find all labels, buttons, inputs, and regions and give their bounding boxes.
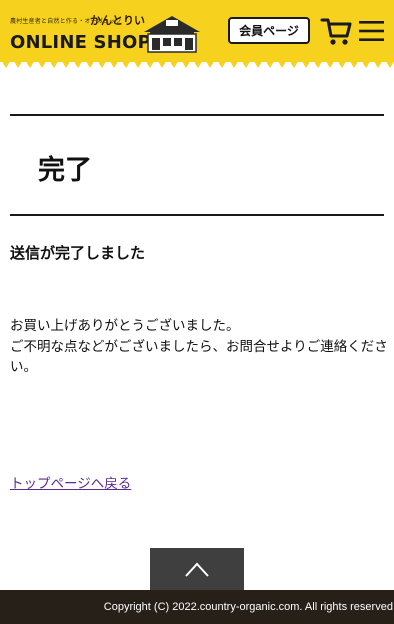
message-line: ご不明な点などがございましたら、お問合せよりご連絡ください。 xyxy=(10,338,388,376)
message-line: お買い上げありがとうございました。 xyxy=(10,318,240,334)
chevron-up-icon xyxy=(185,562,209,577)
header-zigzag-border xyxy=(0,58,394,68)
title-bottom-rule xyxy=(10,214,384,216)
thank-you-message: お買い上げありがとうございました。 ご不明な点などがございましたら、お問合せより… xyxy=(10,316,388,378)
cart-icon[interactable] xyxy=(320,16,352,46)
page-title: 完了 xyxy=(38,155,92,186)
completion-heading: 送信が完了しました xyxy=(10,244,146,262)
title-top-rule xyxy=(10,114,384,116)
page-top-button[interactable] xyxy=(150,548,244,590)
hamburger-menu-icon[interactable] xyxy=(359,20,384,42)
copyright-text: Copyright (C) 2022.country-organic.com. … xyxy=(103,601,394,613)
site-header: 農村生産者と自然と作る・オーガニック かんとりい ONLINE SHOP 会員ペ… xyxy=(0,0,394,62)
house-logo-icon xyxy=(144,16,200,53)
site-footer: Copyright (C) 2022.country-organic.com. … xyxy=(0,590,394,624)
logo-shop-title: ONLINE SHOP xyxy=(10,32,151,53)
logo-brand: かんとりい xyxy=(90,14,145,27)
back-to-top-page-link[interactable]: トップページへ戻る xyxy=(10,472,131,492)
site-logo[interactable]: 農村生産者と自然と作る・オーガニック かんとりい ONLINE SHOP xyxy=(10,6,220,56)
member-page-button[interactable]: 会員ページ xyxy=(228,17,310,44)
